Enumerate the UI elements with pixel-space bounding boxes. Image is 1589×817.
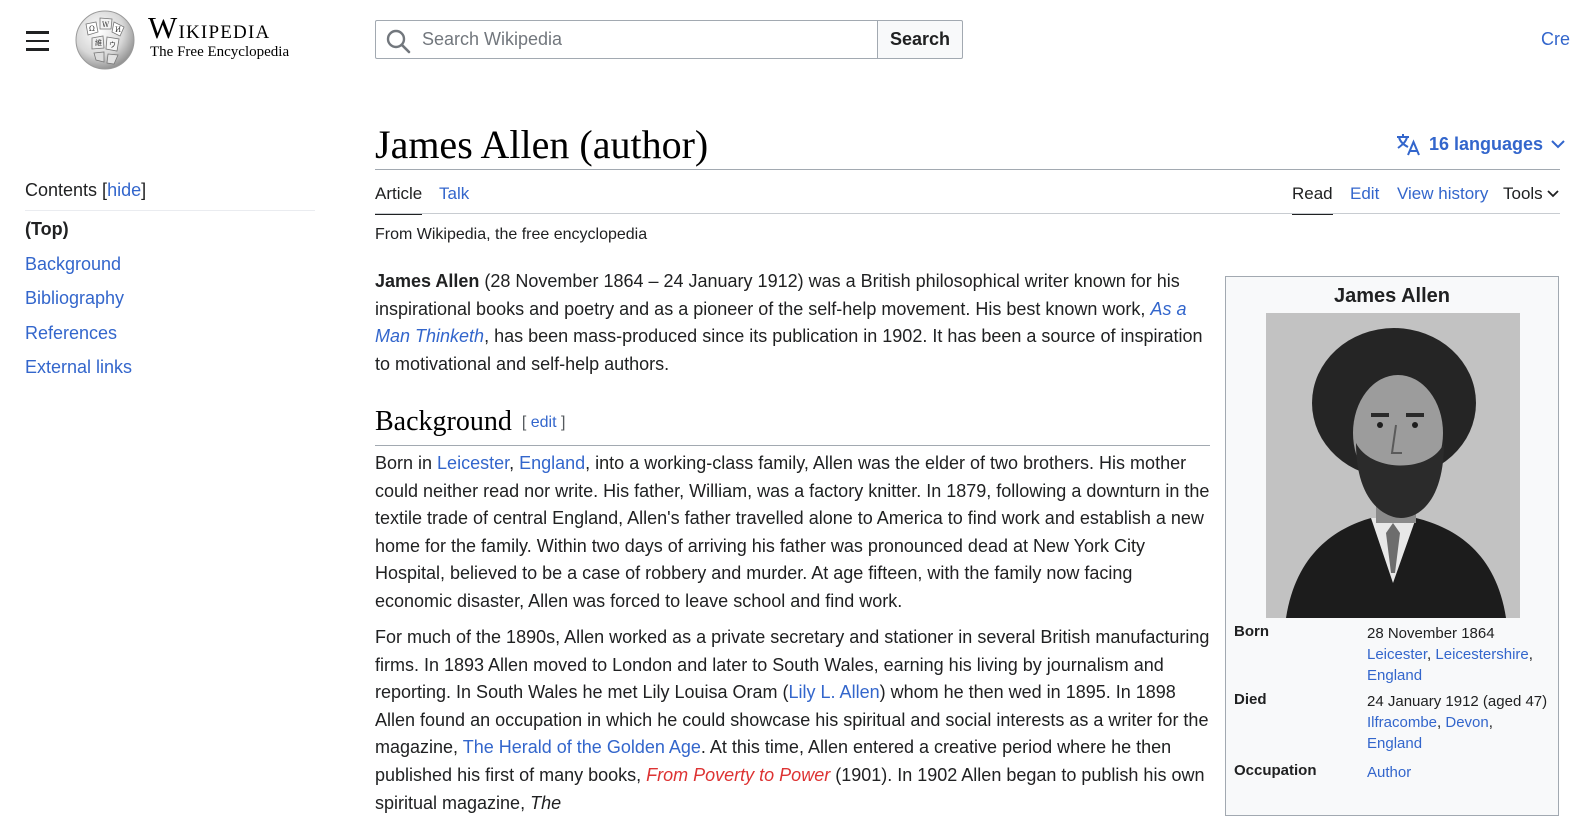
paragraph-text: , into a working-class family, Allen was… [375, 453, 1210, 611]
page-title: James Allen (author) [375, 122, 709, 167]
search-icon [386, 29, 411, 54]
tab-talk[interactable]: Talk [439, 184, 469, 213]
tab-article[interactable]: Article [375, 184, 423, 215]
chevron-down-icon [1551, 140, 1565, 149]
tab-read[interactable]: Read [1292, 184, 1333, 215]
link-lily-allen[interactable]: Lily L. Allen [789, 682, 880, 702]
svg-text:ウ: ウ [109, 41, 116, 49]
section-heading-text: Background [375, 406, 512, 437]
translate-icon [1397, 134, 1420, 156]
link-died-england[interactable]: England [1367, 735, 1422, 752]
tools-dropdown[interactable]: Tools [1503, 184, 1559, 213]
died-date: 24 January 1912 (aged 47) [1367, 693, 1548, 710]
toc-list: (Top) Background Bibliography References… [25, 219, 315, 377]
wordmark-tagline: The Free Encyclopedia [150, 44, 290, 60]
tab-edit[interactable]: Edit [1350, 184, 1379, 213]
intro-paragraph: James Allen (28 November 1864 – 24 Janua… [375, 268, 1215, 378]
infobox-occupation-label: Occupation [1234, 762, 1317, 779]
infobox-died-label: Died [1234, 691, 1267, 708]
infobox-born-value: 28 November 1864 Leicester, Leicestershi… [1367, 625, 1533, 684]
link-died-devon[interactable]: Devon [1445, 714, 1488, 731]
background-paragraph-2: For much of the 1890s, Allen worked as a… [375, 624, 1217, 817]
link-died-ilfracombe[interactable]: Ilfracombe [1367, 714, 1437, 731]
paragraph-text: The [530, 792, 562, 813]
toc-heading: Contents [hide] [25, 180, 315, 211]
infobox-born-label: Born [1234, 623, 1269, 640]
title-divider [375, 169, 1560, 170]
link-from-poverty-to-power[interactable]: From Poverty to Power [646, 765, 830, 785]
toc-item-top[interactable]: (Top) [25, 219, 315, 239]
site-tagline: From Wikipedia, the free encyclopedia [375, 226, 648, 243]
intro-text: (28 November 1864 – 24 January 1912) was… [375, 271, 1180, 319]
svg-text:Ω: Ω [89, 25, 95, 33]
section-edit: [ edit ] [521, 414, 566, 431]
menu-icon-bar [26, 48, 49, 51]
section-edit-link[interactable]: edit [531, 414, 557, 431]
link-england[interactable]: England [519, 453, 585, 473]
section-heading-background: Background [ edit ] [375, 404, 1210, 446]
menu-icon-bar [26, 39, 49, 43]
toc-item-external-links[interactable]: External links [25, 357, 132, 377]
svg-text:И: И [115, 26, 121, 34]
svg-text:維: 維 [95, 38, 102, 47]
background-paragraph-1: Born in Leicester, England, into a worki… [375, 450, 1213, 616]
chevron-down-icon [1547, 190, 1559, 198]
born-date: 28 November 1864 [1367, 625, 1495, 642]
link-herald-golden-age[interactable]: The Herald of the Golden Age [463, 737, 701, 757]
paragraph-text: , [509, 453, 520, 473]
toc-title: Contents [25, 180, 98, 200]
link-born-leicestershire[interactable]: Leicestershire [1435, 646, 1528, 663]
tab-view-history[interactable]: View history [1397, 184, 1488, 213]
search-input[interactable] [420, 21, 870, 58]
search-button[interactable]: Search [877, 20, 963, 59]
subject-name: James Allen [375, 271, 480, 291]
wikipedia-globe-icon[interactable]: Ω W И 維 ウ [72, 10, 138, 70]
languages-label: 16 languages [1429, 133, 1544, 154]
link-born-england[interactable]: England [1367, 667, 1422, 684]
infobox: James Allen Born 28 November 1864 Leices… [1225, 276, 1559, 816]
languages-button[interactable]: 16 languages [1395, 132, 1565, 156]
toc-item-background[interactable]: Background [25, 254, 121, 274]
toc-hide-link[interactable]: hide [107, 180, 141, 200]
paragraph-text: Born in [375, 453, 438, 473]
link-occupation-author[interactable]: Author [1367, 764, 1411, 781]
portrait-image[interactable] [1266, 313, 1520, 618]
link-born-leicester[interactable]: Leicester [1367, 646, 1427, 663]
infobox-title: James Allen [1334, 285, 1450, 307]
search-field[interactable] [375, 20, 878, 59]
toc-item-bibliography[interactable]: Bibliography [25, 288, 124, 308]
table-of-contents: Contents [hide] (Top) Background Bibliog… [25, 180, 315, 392]
wordmark-title: Wikipedia [148, 10, 271, 45]
wikipedia-wordmark[interactable]: Wikipedia The Free Encyclopedia [148, 10, 290, 60]
tabs-divider [375, 213, 1560, 214]
svg-text:W: W [102, 21, 110, 29]
main-menu-button[interactable] [20, 22, 54, 58]
toc-item-references[interactable]: References [25, 323, 117, 343]
create-account-link[interactable]: Cre [1541, 29, 1570, 50]
tools-label: Tools [1503, 184, 1543, 203]
infobox-occupation-value: Author [1367, 762, 1555, 783]
intro-text: , has been mass-produced since its publi… [375, 326, 1203, 374]
link-leicester[interactable]: Leicester [437, 453, 509, 473]
wordmark-title-text: ikipedia [178, 14, 271, 44]
menu-icon-bar [26, 31, 49, 34]
infobox-died-value: 24 January 1912 (aged 47) Ilfracombe, De… [1367, 693, 1548, 752]
